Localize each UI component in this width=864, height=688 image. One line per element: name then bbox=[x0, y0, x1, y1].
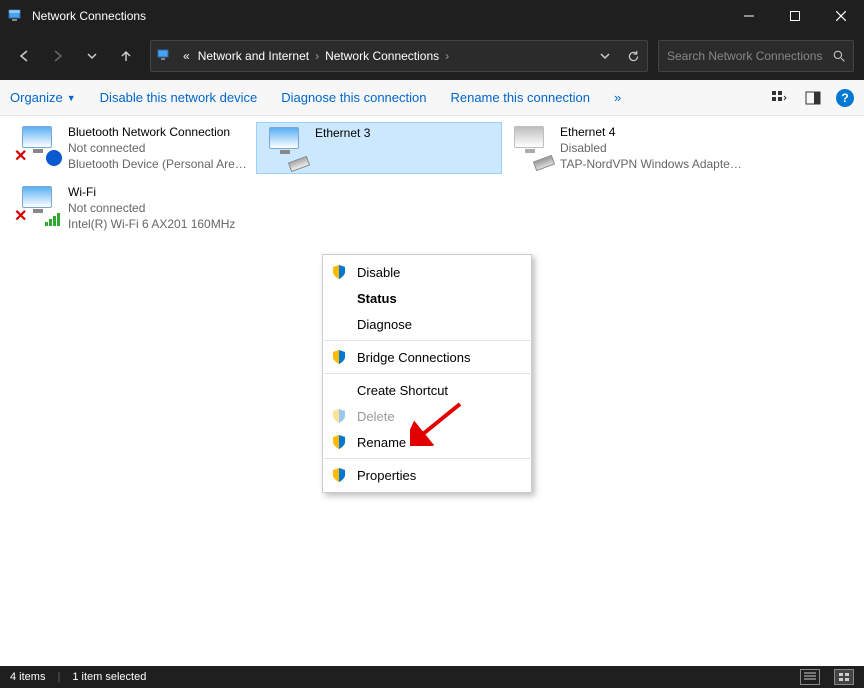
breadcrumb-part1[interactable]: Network and Internet bbox=[194, 49, 313, 63]
ethernet-plug-icon bbox=[288, 156, 310, 172]
menu-item-diagnose[interactable]: Diagnose bbox=[323, 311, 531, 337]
menu-label: Diagnose bbox=[357, 317, 412, 332]
connection-item-ethernet3[interactable]: Ethernet 3 bbox=[256, 122, 502, 174]
back-button[interactable] bbox=[10, 42, 38, 70]
caret-down-icon: ▼ bbox=[67, 93, 76, 103]
address-bar[interactable]: « Network and Internet › Network Connect… bbox=[150, 40, 648, 72]
address-icon bbox=[157, 48, 173, 64]
connection-device: Bluetooth Device (Personal Area ... bbox=[68, 156, 252, 172]
shield-icon bbox=[331, 264, 347, 280]
search-icon[interactable] bbox=[825, 50, 853, 63]
menu-item-status[interactable]: Status bbox=[323, 285, 531, 311]
recent-locations-button[interactable] bbox=[78, 42, 106, 70]
preview-pane-button[interactable] bbox=[802, 87, 824, 109]
search-box[interactable] bbox=[658, 40, 854, 72]
connection-name: Wi-Fi bbox=[68, 184, 235, 200]
status-bar: 4 items | 1 item selected bbox=[0, 666, 864, 688]
window-controls bbox=[726, 0, 864, 32]
menu-item-delete: Delete bbox=[323, 403, 531, 429]
connection-status: Disabled bbox=[560, 140, 744, 156]
connection-device: Intel(R) Wi-Fi 6 AX201 160MHz bbox=[68, 216, 235, 232]
search-input[interactable] bbox=[667, 49, 825, 63]
breadcrumb-part2[interactable]: Network Connections bbox=[321, 49, 443, 63]
shield-icon bbox=[331, 434, 347, 450]
command-bar: Organize ▼ Disable this network device Di… bbox=[0, 80, 864, 116]
disable-device-button[interactable]: Disable this network device bbox=[100, 90, 258, 105]
connections-list: ✕ Bluetooth Network Connection Not conne… bbox=[0, 116, 864, 666]
menu-item-create-shortcut[interactable]: Create Shortcut bbox=[323, 377, 531, 403]
help-button[interactable]: ? bbox=[836, 89, 854, 107]
wifi-signal-icon bbox=[45, 213, 60, 226]
connection-status: Not connected bbox=[68, 140, 252, 156]
bluetooth-connection-icon: ✕ bbox=[14, 124, 62, 166]
disconnected-x-icon: ✕ bbox=[14, 146, 27, 166]
menu-label: Properties bbox=[357, 468, 416, 483]
forward-button[interactable] bbox=[44, 42, 72, 70]
context-menu: Disable Status Diagnose Bridge Connectio… bbox=[322, 254, 532, 493]
menu-label: Create Shortcut bbox=[357, 383, 448, 398]
diagnose-button[interactable]: Diagnose this connection bbox=[281, 90, 426, 105]
menu-item-rename[interactable]: Rename bbox=[323, 429, 531, 455]
refresh-button[interactable] bbox=[619, 42, 647, 70]
app-icon bbox=[8, 8, 24, 24]
navigation-bar: « Network and Internet › Network Connect… bbox=[0, 32, 864, 80]
status-selected-count: 1 item selected bbox=[72, 671, 146, 683]
ethernet-connection-icon bbox=[506, 124, 554, 166]
menu-item-disable[interactable]: Disable bbox=[323, 259, 531, 285]
view-options-button[interactable] bbox=[768, 87, 790, 109]
rename-button[interactable]: Rename this connection bbox=[450, 90, 589, 105]
connection-item-wifi[interactable]: ✕ Wi-Fi Not connected Intel(R) Wi-Fi 6 A… bbox=[10, 182, 256, 234]
menu-separator bbox=[324, 373, 530, 374]
minimize-button[interactable] bbox=[726, 0, 772, 32]
menu-label: Delete bbox=[357, 409, 395, 424]
disconnected-x-icon: ✕ bbox=[14, 206, 27, 226]
menu-label: Disable bbox=[357, 265, 400, 280]
ethernet-plug-icon bbox=[533, 155, 555, 171]
chevron-right-icon[interactable]: › bbox=[313, 49, 321, 63]
shield-icon bbox=[331, 408, 347, 424]
connection-item-ethernet4[interactable]: Ethernet 4 Disabled TAP-NordVPN Windows … bbox=[502, 122, 748, 174]
large-icons-view-button[interactable] bbox=[834, 669, 854, 685]
menu-label: Bridge Connections bbox=[357, 350, 470, 365]
status-item-count: 4 items bbox=[10, 671, 45, 683]
menu-item-properties[interactable]: Properties bbox=[323, 462, 531, 488]
menu-separator bbox=[324, 340, 530, 341]
up-button[interactable] bbox=[112, 42, 140, 70]
shield-icon bbox=[331, 467, 347, 483]
bluetooth-badge-icon bbox=[46, 150, 62, 166]
maximize-button[interactable] bbox=[772, 0, 818, 32]
address-history-button[interactable] bbox=[591, 42, 619, 70]
organize-menu[interactable]: Organize ▼ bbox=[10, 90, 76, 105]
network-connections-window: Network Connections « Network and Intern… bbox=[0, 0, 864, 688]
titlebar: Network Connections bbox=[0, 0, 864, 32]
window-title: Network Connections bbox=[32, 9, 726, 23]
details-view-button[interactable] bbox=[800, 669, 820, 685]
connection-status: Not connected bbox=[68, 200, 235, 216]
shield-icon bbox=[331, 349, 347, 365]
connection-item-bluetooth[interactable]: ✕ Bluetooth Network Connection Not conne… bbox=[10, 122, 256, 174]
organize-label: Organize bbox=[10, 90, 63, 105]
wifi-connection-icon: ✕ bbox=[14, 184, 62, 226]
breadcrumb-prefix: « bbox=[179, 49, 194, 63]
status-separator: | bbox=[57, 671, 60, 683]
connection-name: Bluetooth Network Connection bbox=[68, 124, 252, 140]
chevron-right-icon[interactable]: › bbox=[443, 49, 451, 63]
menu-label: Rename bbox=[357, 435, 406, 450]
connection-device: TAP-NordVPN Windows Adapter ... bbox=[560, 156, 744, 172]
menu-separator bbox=[324, 458, 530, 459]
menu-item-bridge[interactable]: Bridge Connections bbox=[323, 344, 531, 370]
connection-name: Ethernet 3 bbox=[315, 125, 370, 141]
ethernet-connection-icon bbox=[261, 125, 309, 167]
overflow-button[interactable]: » bbox=[614, 90, 621, 105]
close-button[interactable] bbox=[818, 0, 864, 32]
connection-name: Ethernet 4 bbox=[560, 124, 744, 140]
menu-label: Status bbox=[357, 291, 397, 306]
